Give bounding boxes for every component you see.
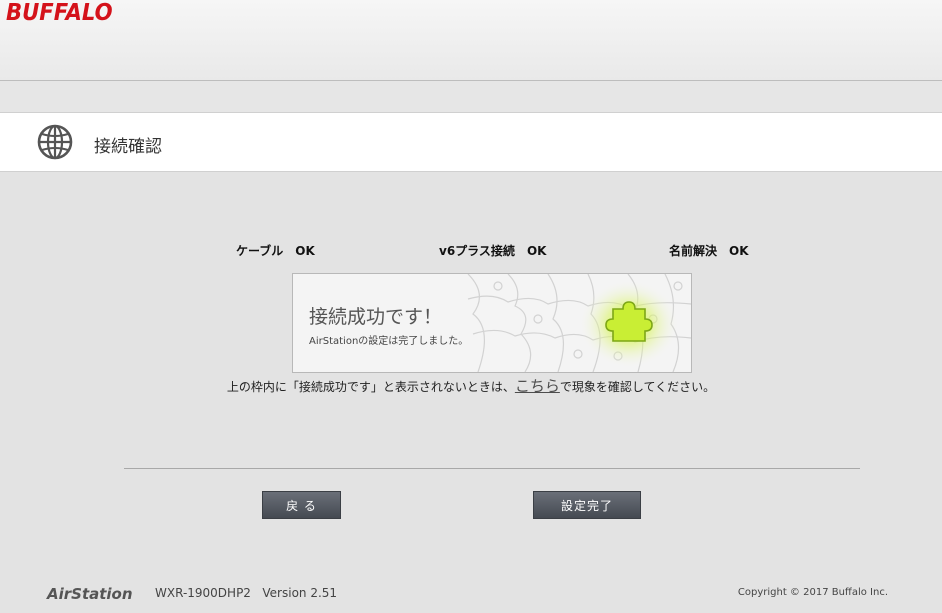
status-v6plus-value: OK (526, 244, 547, 258)
status-dns: 名前解決 OK (669, 242, 749, 259)
page-title-bar: 接続確認 (0, 112, 942, 172)
copyright: Copyright © 2017 Buffalo Inc. (737, 587, 888, 598)
globe-icon (37, 124, 73, 160)
success-subtitle: AirStationの設定は完了しました。 (309, 336, 469, 347)
page-title: 接続確認 (94, 137, 162, 157)
status-cable: ケーブル OK (236, 242, 315, 259)
status-v6plus-label: v6プラス接続 (439, 244, 515, 258)
sub-header-strip (0, 81, 942, 112)
airstation-logo: AirStation (47, 585, 133, 603)
divider (124, 468, 860, 469)
status-cable-label: ケーブル (236, 244, 284, 258)
buffalo-logo: BUFFALO (6, 0, 113, 26)
finish-setup-button[interactable]: 設定完了 (533, 491, 641, 519)
help-note-after: で現象を確認してください。 (559, 380, 716, 394)
status-v6plus: v6プラス接続 OK (439, 242, 546, 259)
connection-result-frame: 接続成功です！ AirStationの設定は完了しました。 (292, 273, 692, 373)
help-link[interactable]: こちら (515, 377, 560, 395)
model-version: WXR-1900DHP2 Version 2.51 (155, 586, 338, 600)
help-note-before: 上の枠内に「接続成功です」と表示されないときは、 (226, 380, 515, 394)
help-note: 上の枠内に「接続成功です」と表示されないときは、こちらで現象を確認してください。 (0, 375, 942, 396)
success-title: 接続成功です！ (309, 306, 443, 328)
back-button[interactable]: 戻 る (262, 491, 341, 519)
header-bar: BUFFALO (0, 0, 942, 81)
status-cable-value: OK (295, 244, 315, 258)
status-dns-label: 名前解決 (669, 244, 718, 258)
status-dns-value: OK (729, 244, 749, 258)
